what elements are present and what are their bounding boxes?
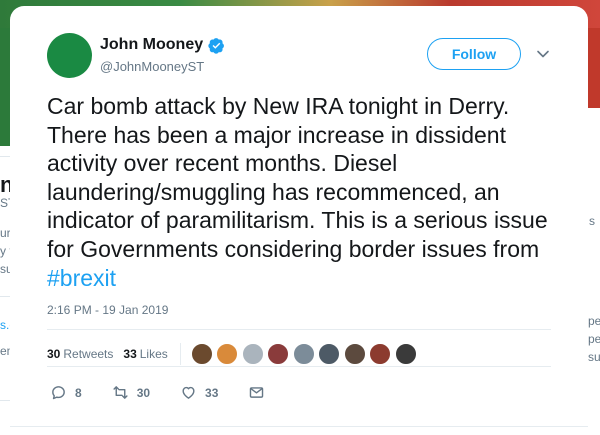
likes-count: 33 [123,347,137,361]
divider [47,366,551,367]
retweets-count: 30 [47,347,61,361]
background-text-fragment: su [588,350,600,364]
reply-count: 8 [75,385,82,400]
retweet-button[interactable]: 30 [112,384,150,401]
reply-icon [52,386,65,400]
background-text-fragment: pe [588,332,600,346]
tweet-timestamp[interactable]: 2:16 PM - 19 Jan 2019 [47,303,168,317]
tweet-card: John Mooney @JohnMooneyST Follow Car bom… [10,6,588,435]
stats-separator [179,343,181,365]
background-right-panel [586,28,600,435]
liker-avatar[interactable] [190,343,213,365]
follow-button[interactable]: Follow [427,38,521,70]
liker-avatars [190,343,421,365]
avatar[interactable] [47,33,92,78]
retweets-stat[interactable]: 30 Retweets [47,347,113,361]
author-handle[interactable]: @JohnMooneyST [100,59,204,74]
liker-avatar[interactable] [343,343,366,365]
retweet-icon [113,386,128,399]
background-text-fragment: pe [588,314,600,328]
background-text-fragment: s [589,214,595,228]
liker-avatar[interactable] [292,343,315,365]
verified-badge-icon [208,37,225,54]
envelope-icon [250,387,264,398]
likes-label: Likes [139,347,168,361]
stats-row: 30 Retweets 33 Likes [47,343,420,365]
hashtag-link[interactable]: #brexit [47,265,116,291]
liker-avatar[interactable] [241,343,264,365]
reply-button[interactable]: 8 [50,384,82,401]
retweet-count: 30 [136,385,151,400]
likes-stat[interactable]: 33 Likes [123,347,167,361]
heart-icon [182,386,195,399]
chevron-down-icon[interactable] [536,47,550,61]
author-name-row: John Mooney [100,36,225,54]
like-button[interactable]: 33 [180,384,218,401]
tweet-actions: 8 30 33 [50,384,303,401]
liker-avatar[interactable] [318,343,341,365]
liker-avatar[interactable] [267,343,290,365]
background-right-strip [586,28,600,108]
author-display-name[interactable]: John Mooney [100,36,203,54]
direct-message-button[interactable] [248,384,273,401]
tweet-text: Car bomb attack by New IRA tonight in De… [47,92,567,292]
retweets-label: Retweets [63,347,114,361]
card-bottom-border [10,426,588,427]
like-count: 33 [205,385,219,400]
liker-avatar[interactable] [394,343,417,365]
tweet-text-body: Car bomb attack by New IRA tonight in De… [47,93,548,262]
liker-avatar[interactable] [216,343,239,365]
liker-avatar[interactable] [369,343,392,365]
divider [47,329,551,330]
